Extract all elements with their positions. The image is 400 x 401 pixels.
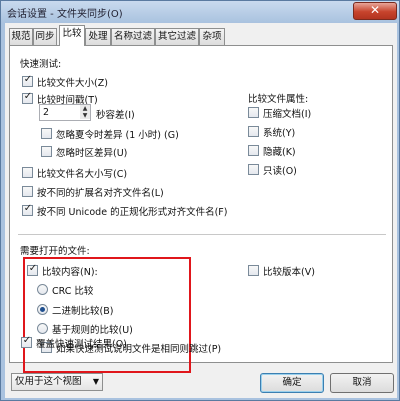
tab-name-filter[interactable]: 名称过滤 — [111, 28, 155, 45]
tab-label: 杂项 — [202, 31, 222, 42]
check-icon: ✓ — [22, 335, 32, 346]
align-unicode-label: 按不同 Unicode 的正规化形式对齐文件名(F) — [37, 207, 228, 218]
tab-handling[interactable]: 处理 — [85, 28, 111, 45]
stepper-down-icon[interactable]: ▼ — [80, 112, 90, 119]
compare-size-checkbox[interactable]: ✓ — [22, 74, 33, 87]
binary-radio[interactable] — [37, 304, 48, 315]
override-quick-checkbox[interactable]: ✓ — [21, 335, 32, 348]
check-icon: ✓ — [23, 203, 33, 214]
file-attrs-heading: 比较文件属性: — [248, 94, 309, 105]
rules-label: 基于规则的比较(U) — [52, 325, 133, 336]
check-icon: ✓ — [23, 74, 33, 85]
chevron-down-icon: ▼ — [92, 377, 99, 386]
compare-size-label: 比较文件大小(Z) — [37, 78, 108, 89]
ok-button[interactable]: 确定 — [260, 373, 324, 393]
check-icon: ✓ — [23, 91, 33, 102]
override-quick-label: 覆盖快速测试结果(O) — [36, 339, 127, 350]
ignore-dst-label: 忽略夏令时差异 (1 小时) (G) — [56, 130, 179, 141]
title-bar[interactable]: 会话设置 - 文件夹同步(O) ✕ — [1, 1, 399, 23]
ok-button-label: 确定 — [282, 377, 302, 388]
align-ext-checkbox[interactable] — [22, 186, 33, 197]
ignore-tz-label: 忽略时区差异(U) — [56, 148, 128, 159]
tolerance-stepper[interactable]: ▲ ▼ — [80, 105, 90, 120]
attr-readonly-label: 只读(O) — [263, 166, 297, 177]
tab-misc[interactable]: 杂项 — [199, 28, 225, 45]
quick-test-heading: 快速测试: — [20, 59, 62, 70]
tab-compare[interactable]: 比较 — [59, 25, 85, 46]
cancel-button-label: 取消 — [352, 377, 372, 388]
crc-radio[interactable] — [37, 284, 48, 295]
tab-other-filter[interactable]: 其它过滤 — [155, 28, 199, 45]
cancel-button[interactable]: 取消 — [330, 373, 394, 393]
compare-version-checkbox[interactable] — [248, 265, 259, 276]
compare-panel: 快速测试: ✓ 比较文件大小(Z) ✓ 比较时间戳(T) 2 ▲ ▼ 秒容差(I… — [9, 45, 393, 373]
attr-system-checkbox[interactable] — [248, 126, 259, 137]
compare-version-label: 比较版本(V) — [263, 267, 315, 278]
ignore-dst-checkbox[interactable] — [41, 128, 52, 139]
tab-label: 比较 — [62, 28, 82, 39]
compare-time-checkbox[interactable]: ✓ — [22, 91, 33, 104]
close-button[interactable]: ✕ — [353, 2, 397, 20]
binary-label: 二进制比较(B) — [52, 306, 114, 317]
tab-label: 处理 — [88, 31, 108, 42]
attr-compressed-checkbox[interactable] — [248, 107, 259, 118]
tab-sync[interactable]: 同步 — [33, 28, 57, 45]
stepper-up-icon[interactable]: ▲ — [80, 105, 90, 112]
check-icon: ✓ — [28, 263, 38, 274]
compare-content-label: 比较内容(N): — [42, 267, 98, 278]
compare-case-label: 比较文件名大小写(C) — [37, 169, 128, 180]
section-divider — [18, 234, 386, 235]
open-files-heading: 需要打开的文件: — [20, 246, 90, 257]
crc-label: CRC 比较 — [52, 286, 94, 297]
close-icon: ✕ — [369, 3, 381, 17]
dialog-window: 会话设置 - 文件夹同步(O) ✕ 规范 同步 比较 处理 名称过滤 其它过滤 … — [0, 0, 400, 401]
scope-select-value: 仅用于这个视图 — [15, 376, 82, 387]
tab-label: 其它过滤 — [157, 31, 196, 42]
compare-case-checkbox[interactable] — [22, 167, 33, 178]
scope-select[interactable]: 仅用于这个视图 ▼ — [11, 373, 103, 391]
align-unicode-checkbox[interactable]: ✓ — [22, 203, 33, 216]
rules-radio[interactable] — [37, 323, 48, 334]
attr-hidden-label: 隐藏(K) — [263, 147, 296, 158]
ignore-tz-checkbox[interactable] — [41, 146, 52, 157]
compare-content-checkbox[interactable]: ✓ — [27, 263, 38, 276]
tab-label: 同步 — [35, 31, 55, 42]
align-ext-label: 按不同的扩展名对齐文件名(L) — [37, 188, 164, 199]
tab-label: 名称过滤 — [113, 31, 152, 42]
attr-readonly-checkbox[interactable] — [248, 164, 259, 175]
radio-selected-dot — [40, 307, 45, 312]
window-title: 会话设置 - 文件夹同步(O) — [7, 9, 123, 20]
tab-spec[interactable]: 规范 — [9, 28, 33, 45]
attr-hidden-checkbox[interactable] — [248, 145, 259, 156]
attr-compressed-label: 压缩文档(I) — [263, 109, 312, 120]
dialog-body: 规范 同步 比较 处理 名称过滤 其它过滤 杂项 快速测试: ✓ 比较文件大小(… — [5, 23, 397, 398]
tolerance-value: 2 — [43, 107, 50, 118]
tab-label: 规范 — [11, 31, 31, 42]
tolerance-label: 秒容差(I) — [96, 110, 135, 121]
attr-system-label: 系统(Y) — [263, 128, 296, 139]
